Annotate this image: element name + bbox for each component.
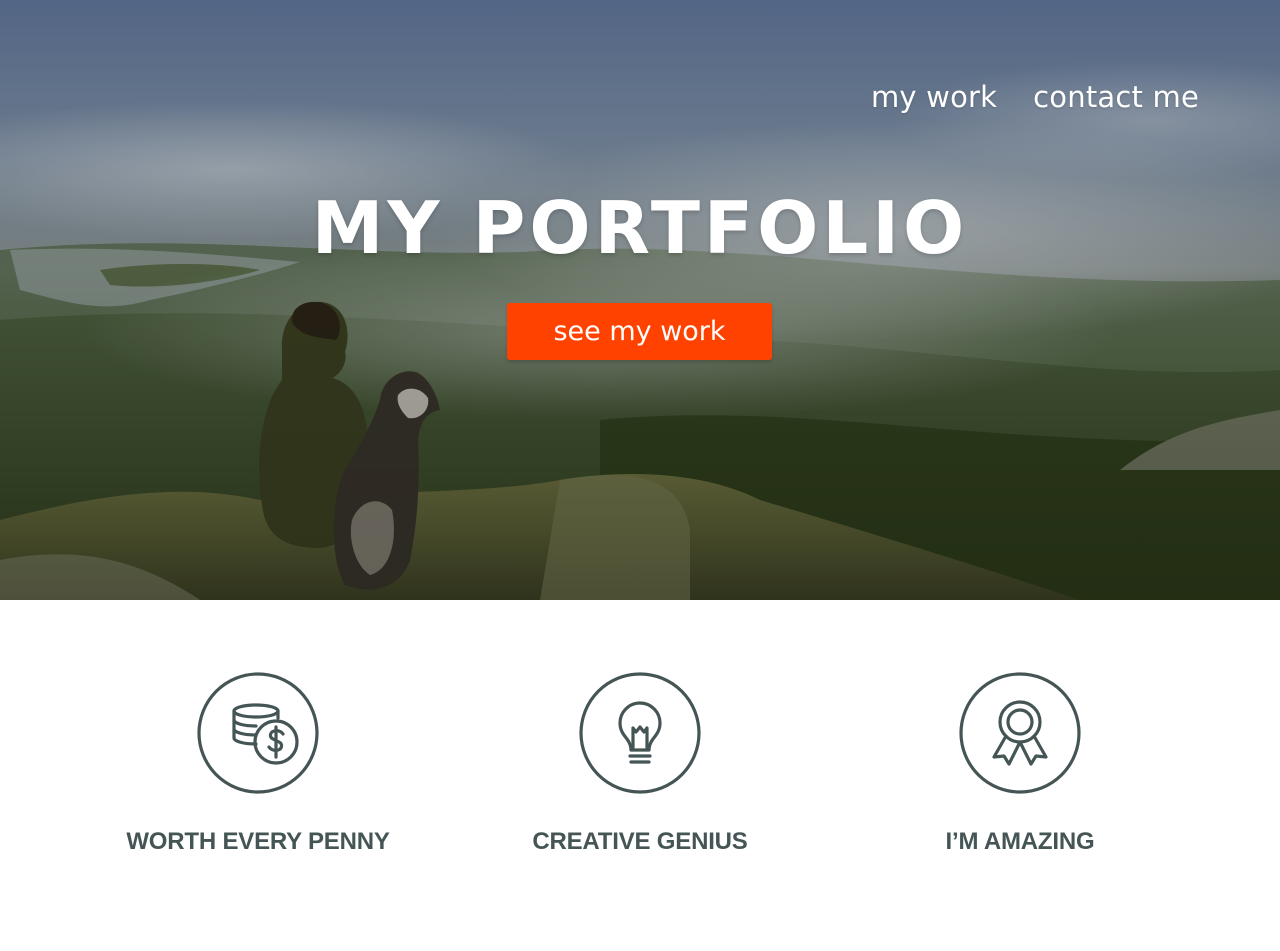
lightbulb-icon <box>579 672 701 794</box>
nav-link-my-work[interactable]: my work <box>871 78 997 116</box>
feature-im-amazing: I’M AMAZING <box>830 672 1210 858</box>
feature-label: WORTH EVERY PENNY <box>126 828 390 855</box>
nav-link-contact-me[interactable]: contact me <box>1033 78 1199 116</box>
top-nav: my work contact me <box>871 78 1199 116</box>
feature-worth-every-penny: WORTH EVERY PENNY <box>68 672 448 858</box>
features-section: WORTH EVERY PENNY CREATIVE GENIUS I’M AM <box>0 600 1280 951</box>
feature-creative-genius: CREATIVE GENIUS <box>450 672 830 858</box>
see-my-work-button[interactable]: see my work <box>507 303 772 360</box>
feature-label: CREATIVE GENIUS <box>532 828 748 855</box>
feature-label: I’M AMAZING <box>945 828 1095 855</box>
award-ribbon-icon <box>959 672 1081 794</box>
coins-icon <box>197 672 319 794</box>
page-title: MY PORTFOLIO <box>311 186 969 270</box>
hero-section: my work contact me MY PORTFOLIO see my w… <box>0 0 1280 600</box>
